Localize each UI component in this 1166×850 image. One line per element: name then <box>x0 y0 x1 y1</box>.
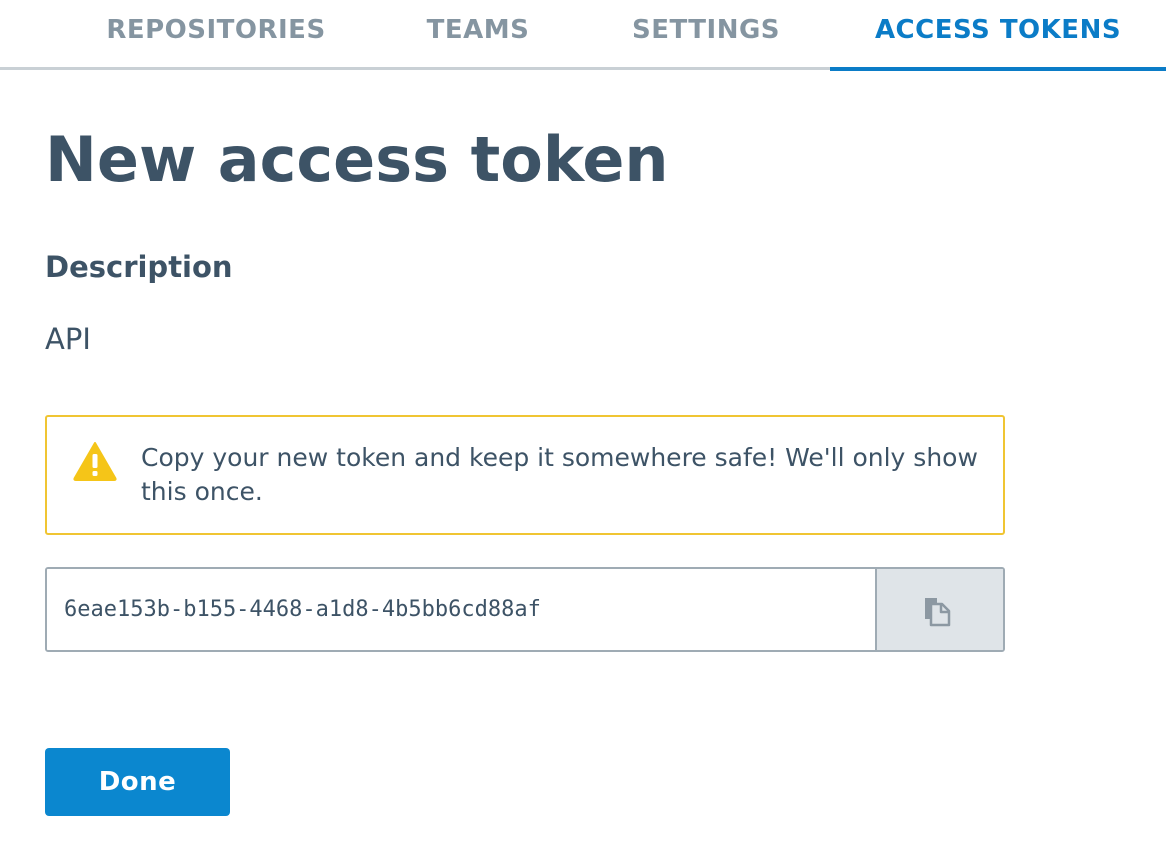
tab-settings[interactable]: SETTINGS <box>606 0 806 70</box>
token-input[interactable] <box>47 569 877 650</box>
done-button[interactable]: Done <box>45 748 230 816</box>
clipboard-copy-icon <box>925 598 951 627</box>
description-value: API <box>45 322 91 356</box>
warning-triangle-icon <box>73 442 117 481</box>
tab-repositories[interactable]: REPOSITORIES <box>96 0 336 70</box>
warning-message: Copy your new token and keep it somewher… <box>141 443 978 506</box>
tab-teams[interactable]: TEAMS <box>398 0 558 70</box>
warning-banner: Copy your new token and keep it somewher… <box>45 415 1005 535</box>
tab-bar: REPOSITORIES TEAMS SETTINGS ACCESS TOKEN… <box>0 0 1166 71</box>
tab-access-tokens[interactable]: ACCESS TOKENS <box>830 0 1166 71</box>
description-label: Description <box>45 250 233 284</box>
page-title: New access token <box>45 123 669 196</box>
token-field <box>45 567 1005 652</box>
copy-token-button[interactable] <box>875 569 1003 650</box>
